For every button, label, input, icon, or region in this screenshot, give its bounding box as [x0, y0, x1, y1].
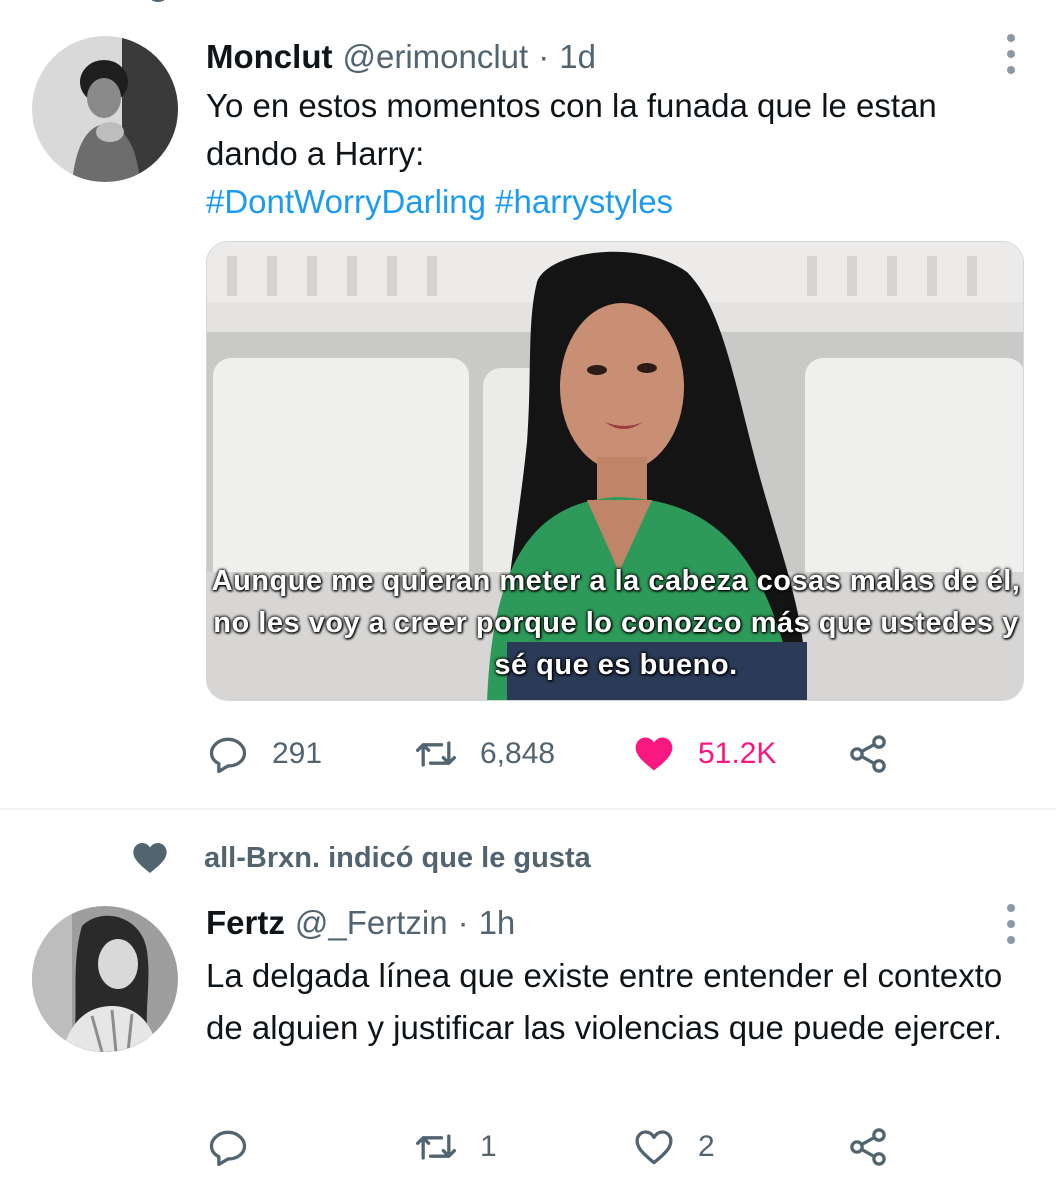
retweet-button[interactable]: 6,848 [414, 729, 555, 779]
more-options-icon[interactable] [1004, 904, 1018, 944]
reply-count: 291 [272, 737, 323, 770]
separator-dot: · [457, 904, 469, 941]
action-bar: 291 6,848 51.2K [206, 729, 1026, 779]
tweet-media[interactable]: Aunque me quieran meter a la cabeza cosa… [206, 241, 1024, 701]
avatar[interactable] [32, 906, 178, 1052]
action-bar: 1 2 [206, 1122, 1026, 1172]
retweet-button[interactable]: 1 [414, 1122, 497, 1172]
like-count: 51.2K [698, 737, 777, 770]
retweet-icon [416, 741, 456, 767]
retweet-icon [416, 1134, 456, 1160]
like-button[interactable]: 51.2K [632, 729, 776, 779]
avatar-image [32, 36, 178, 182]
share-button[interactable] [846, 1122, 912, 1172]
retweet-count: 6,848 [480, 737, 556, 770]
author-name[interactable]: Fertz [206, 904, 285, 942]
separator-dot: · [538, 38, 550, 75]
heart-filled-icon [635, 737, 673, 771]
tweet[interactable]: Fertz @_Fertzin · 1h La delgada línea qu… [0, 810, 1056, 1200]
more-options-icon[interactable] [1004, 34, 1018, 74]
hashtag-links[interactable]: #DontWorryDarling #harrystyles [206, 178, 1026, 226]
share-icon [850, 735, 886, 773]
like-button[interactable]: 2 [632, 1122, 715, 1172]
media-caption: Aunque me quieran meter a la cabeza cosa… [211, 565, 1021, 681]
author-name[interactable]: Monclut [206, 38, 332, 76]
reply-button[interactable]: 291 [206, 729, 322, 779]
reply-icon [209, 737, 247, 774]
timestamp[interactable]: 1h [479, 904, 516, 942]
reply-button[interactable] [206, 1122, 272, 1172]
author-handle[interactable]: @_Fertzin [295, 904, 448, 942]
heart-outline-icon [635, 1130, 673, 1165]
tweet-text: La delgada línea que existe entre entend… [206, 957, 1003, 1046]
author-handle[interactable]: @erimonclut [342, 38, 528, 76]
reply-icon [209, 1130, 247, 1167]
like-count: 2 [698, 1130, 715, 1163]
avatar-image [32, 906, 178, 1052]
share-icon [850, 1128, 886, 1166]
share-button[interactable] [846, 729, 912, 779]
tweet[interactable]: Monclut @erimonclut · 1d Yo en estos mom… [0, 0, 1056, 808]
retweet-count: 1 [480, 1130, 497, 1163]
timestamp[interactable]: 1d [559, 38, 596, 76]
tweet-text: Yo en estos momentos con la funada que l… [206, 87, 937, 172]
avatar[interactable] [32, 36, 178, 182]
